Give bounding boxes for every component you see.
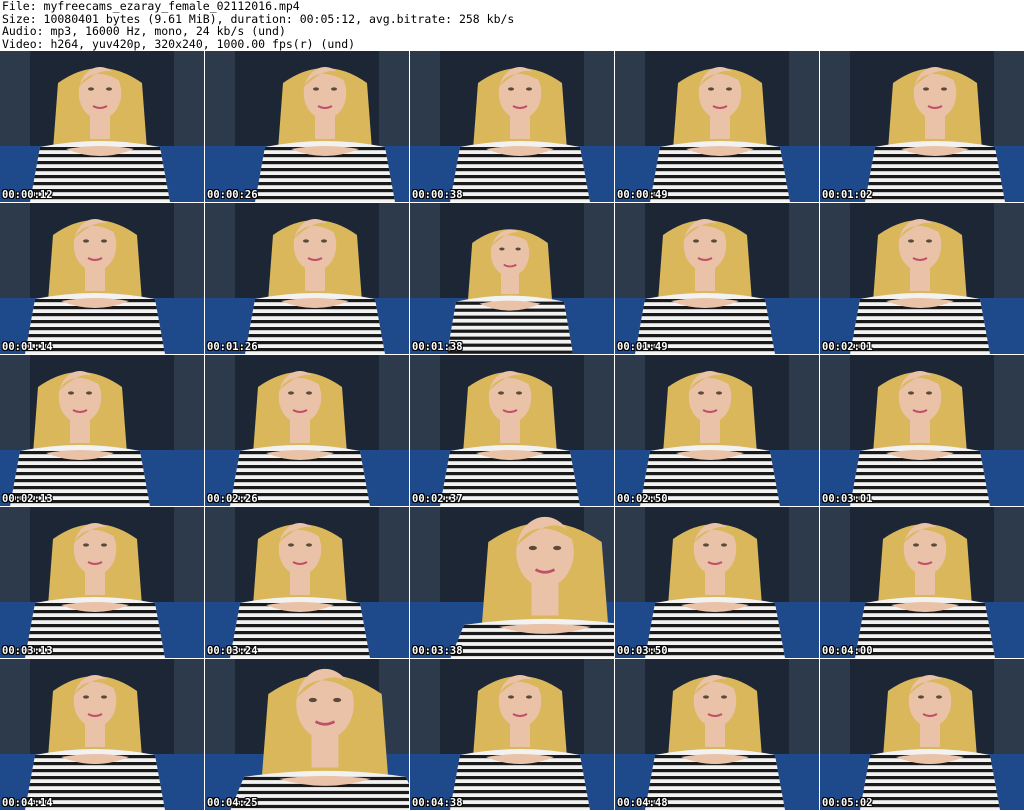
thumbnail-frame-image: [0, 203, 204, 354]
thumbnail-timestamp: 00:01:49: [617, 341, 668, 353]
thumbnail-frame-image: [0, 659, 204, 810]
video-thumbnail[interactable]: 00:04:00: [820, 507, 1024, 658]
video-thumbnail[interactable]: 00:01:26: [205, 203, 409, 354]
video-thumbnail[interactable]: 00:03:38: [410, 507, 614, 658]
video-thumbnail[interactable]: 00:04:14: [0, 659, 204, 810]
thumbnail-timestamp: 00:01:14: [2, 341, 53, 353]
thumbnail-timestamp: 00:01:26: [207, 341, 258, 353]
thumbnail-timestamp: 00:05:02: [822, 797, 873, 809]
video-thumbnail[interactable]: 00:03:24: [205, 507, 409, 658]
video-thumbnail[interactable]: 00:02:37: [410, 355, 614, 506]
thumbnail-frame-image: [205, 51, 409, 202]
thumbnail-timestamp: 00:02:37: [412, 493, 463, 505]
video-thumbnail[interactable]: 00:00:49: [615, 51, 819, 202]
thumbnail-timestamp: 00:00:38: [412, 189, 463, 201]
video-thumbnail[interactable]: 00:03:13: [0, 507, 204, 658]
video-thumbnail[interactable]: 00:00:26: [205, 51, 409, 202]
thumbnail-timestamp: 00:02:01: [822, 341, 873, 353]
thumbnail-frame-image: [205, 507, 409, 658]
thumbnail-frame-image: [410, 659, 614, 810]
thumbnail-timestamp: 00:02:26: [207, 493, 258, 505]
file-info-header: File: myfreecams_ezaray_female_02112016.…: [2, 0, 1022, 50]
thumbnail-frame-image: [0, 355, 204, 506]
video-thumbnail[interactable]: 00:00:38: [410, 51, 614, 202]
video-thumbnail[interactable]: 00:02:13: [0, 355, 204, 506]
thumbnail-frame-image: [615, 203, 819, 354]
thumbnail-frame-image: [820, 507, 1024, 658]
thumbnail-timestamp: 00:04:14: [2, 797, 53, 809]
thumbnail-timestamp: 00:04:25: [207, 797, 258, 809]
thumbnail-timestamp: 00:03:50: [617, 645, 668, 657]
video-thumbnail[interactable]: 00:05:02: [820, 659, 1024, 810]
thumbnail-frame-image: [820, 51, 1024, 202]
thumbnail-frame-image: [820, 355, 1024, 506]
video-thumbnail[interactable]: 00:03:01: [820, 355, 1024, 506]
thumbnail-timestamp: 00:00:12: [2, 189, 53, 201]
thumbnail-frame-image: [615, 507, 819, 658]
thumbnail-frame-image: [615, 51, 819, 202]
video-thumbnail[interactable]: 00:04:38: [410, 659, 614, 810]
thumbnail-frame-image: [820, 659, 1024, 810]
thumbnail-timestamp: 00:00:26: [207, 189, 258, 201]
video-thumbnail[interactable]: 00:04:25: [205, 659, 409, 810]
thumbnail-grid: 00:00:12 00:00:26 00:00:38 00:00:49 00:0…: [0, 51, 1024, 811]
thumbnail-frame-image: [205, 355, 409, 506]
thumbnail-timestamp: 00:01:02: [822, 189, 873, 201]
thumbnail-timestamp: 00:02:13: [2, 493, 53, 505]
audio-info-line: Audio: mp3, 16000 Hz, mono, 24 kb/s (und…: [2, 24, 286, 38]
thumbnail-timestamp: 00:04:38: [412, 797, 463, 809]
video-thumbnail[interactable]: 00:01:38: [410, 203, 614, 354]
video-thumbnail[interactable]: 00:02:01: [820, 203, 1024, 354]
thumbnail-timestamp: 00:04:00: [822, 645, 873, 657]
file-name-line: File: myfreecams_ezaray_female_02112016.…: [2, 0, 300, 13]
thumbnail-frame-image: [820, 203, 1024, 354]
thumbnail-timestamp: 00:04:48: [617, 797, 668, 809]
thumbnail-frame-image: [410, 51, 614, 202]
video-info-line: Video: h264, yuv420p, 320x240, 1000.00 f…: [2, 36, 356, 51]
thumbnail-frame-image: [410, 355, 614, 506]
thumbnail-frame-image: [615, 659, 819, 810]
video-thumbnail[interactable]: 00:01:49: [615, 203, 819, 354]
thumbnail-frame-image: [0, 507, 204, 658]
thumbnail-frame-image: [410, 203, 614, 354]
video-thumbnail[interactable]: 00:04:48: [615, 659, 819, 810]
thumbnail-timestamp: 00:03:24: [207, 645, 258, 657]
video-thumbnail[interactable]: 00:03:50: [615, 507, 819, 658]
video-thumbnail[interactable]: 00:02:50: [615, 355, 819, 506]
video-thumbnail[interactable]: 00:02:26: [205, 355, 409, 506]
thumbnail-timestamp: 00:03:13: [2, 645, 53, 657]
video-thumbnail[interactable]: 00:01:02: [820, 51, 1024, 202]
thumbnail-frame-image: [205, 203, 409, 354]
thumbnail-timestamp: 00:01:38: [412, 341, 463, 353]
video-thumbnail[interactable]: 00:01:14: [0, 203, 204, 354]
thumbnail-frame-image: [615, 355, 819, 506]
thumbnail-frame-image: [410, 507, 614, 658]
video-thumbnail[interactable]: 00:00:12: [0, 51, 204, 202]
thumbnail-frame-image: [205, 659, 409, 810]
thumbnail-timestamp: 00:03:38: [412, 645, 463, 657]
thumbnail-frame-image: [0, 51, 204, 202]
thumbnail-timestamp: 00:03:01: [822, 493, 873, 505]
thumbnail-timestamp: 00:02:50: [617, 493, 668, 505]
thumbnail-timestamp: 00:00:49: [617, 189, 668, 201]
